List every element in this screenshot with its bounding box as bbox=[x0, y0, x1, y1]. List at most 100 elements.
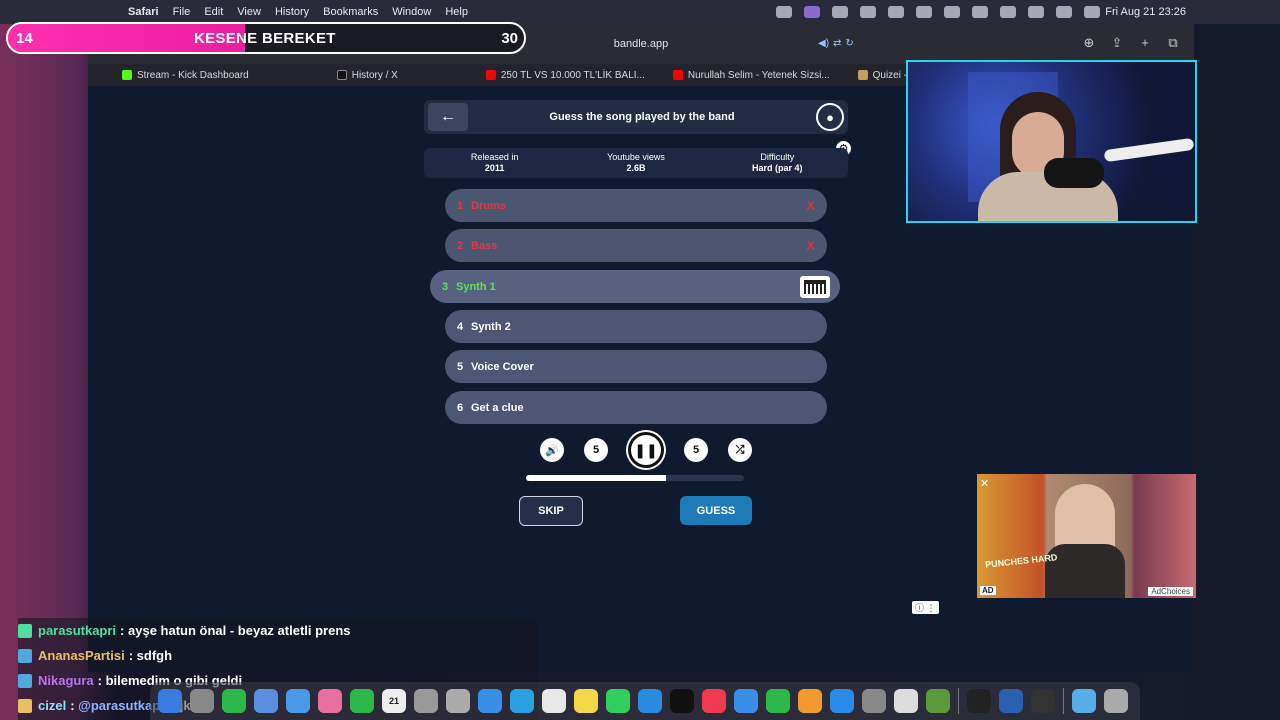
figure-icon[interactable] bbox=[916, 6, 932, 18]
facetime-icon[interactable] bbox=[350, 689, 374, 713]
whatsapp-icon[interactable] bbox=[606, 689, 630, 713]
contacts-icon[interactable] bbox=[414, 689, 438, 713]
wd-discovery-icon[interactable] bbox=[999, 689, 1023, 713]
numbers-icon[interactable] bbox=[766, 689, 790, 713]
play-icon[interactable] bbox=[972, 6, 988, 18]
goal-title: KESENE BEREKET bbox=[194, 30, 336, 47]
control-center-icon[interactable] bbox=[1084, 6, 1100, 18]
music-icon[interactable] bbox=[702, 689, 726, 713]
menu-view[interactable]: View bbox=[237, 6, 261, 18]
rewind-5-icon[interactable]: 5 bbox=[584, 438, 608, 462]
cloud-icon[interactable] bbox=[944, 6, 960, 18]
adchoices-link[interactable]: AdChoices bbox=[1148, 587, 1193, 596]
reminders-icon[interactable] bbox=[446, 689, 470, 713]
translate-icon[interactable]: ⇄ bbox=[833, 38, 841, 49]
shuffle-icon[interactable]: ⤮ bbox=[728, 438, 752, 462]
youtube-favicon-icon bbox=[485, 70, 496, 80]
wd-drive-icon[interactable] bbox=[832, 6, 848, 18]
launchpad-icon[interactable] bbox=[190, 689, 214, 713]
tab-youtube-video-2[interactable]: Nurullah Selim - Yetenek Sizsi... bbox=[645, 70, 830, 81]
downloads-icon[interactable]: ⊕ bbox=[1082, 36, 1096, 50]
playback-progress-bar[interactable] bbox=[526, 475, 744, 481]
video-ad[interactable]: ✕ PUNCHES HARD AD AdChoices bbox=[977, 474, 1196, 598]
trash-icon[interactable] bbox=[1104, 689, 1128, 713]
forward-5-icon[interactable]: 5 bbox=[684, 438, 708, 462]
track-label: Synth 2 bbox=[471, 320, 511, 333]
status-app-icon[interactable] bbox=[776, 6, 792, 18]
chat-message: parasutkapri : ayşe hatun önal - beyaz a… bbox=[18, 618, 538, 643]
notes-icon[interactable] bbox=[574, 689, 598, 713]
freeform-icon[interactable] bbox=[638, 689, 662, 713]
safari-icon[interactable] bbox=[478, 689, 502, 713]
keynote-icon[interactable] bbox=[734, 689, 758, 713]
pages-icon[interactable] bbox=[798, 689, 822, 713]
tab-overview-icon[interactable]: ⧉ bbox=[1166, 36, 1180, 50]
track-row-synth-2[interactable]: 4 Synth 2 bbox=[445, 310, 827, 343]
track-row-get-a-clue[interactable]: 6 Get a clue bbox=[445, 391, 827, 424]
minecraft-icon[interactable] bbox=[926, 689, 950, 713]
photos-icon[interactable] bbox=[318, 689, 342, 713]
apple-tv-icon[interactable] bbox=[670, 689, 694, 713]
menu-help[interactable]: Help bbox=[445, 6, 468, 18]
goal-target-count: 30 bbox=[501, 30, 518, 47]
info-difficulty: Difficulty Hard (par 4) bbox=[712, 152, 842, 174]
screen-share-icon[interactable] bbox=[804, 6, 820, 18]
menu-bookmarks[interactable]: Bookmarks bbox=[323, 6, 378, 18]
wifi-icon[interactable] bbox=[1028, 6, 1044, 18]
profile-button[interactable]: ● bbox=[816, 103, 844, 131]
info-released: Released in 2011 bbox=[430, 152, 560, 174]
new-tab-icon[interactable]: + bbox=[1138, 36, 1152, 50]
volume-icon[interactable]: 🔊 bbox=[540, 438, 564, 462]
track-row-voice-cover[interactable]: 5 Voice Cover bbox=[445, 350, 827, 383]
chrome-icon[interactable] bbox=[542, 689, 566, 713]
grid-icon[interactable] bbox=[860, 6, 876, 18]
calendar-icon[interactable]: 21 bbox=[382, 689, 406, 713]
tab-quizei[interactable]: Quizei - E bbox=[830, 70, 917, 81]
pause-icon[interactable]: ❚❚ bbox=[628, 432, 664, 468]
back-button[interactable]: ← bbox=[428, 103, 468, 131]
arrow-left-icon: ← bbox=[440, 108, 456, 125]
menu-history[interactable]: History bbox=[275, 6, 309, 18]
downloads-folder-icon[interactable] bbox=[1072, 689, 1096, 713]
tab-kick-dashboard[interactable]: Stream - Kick Dashboard bbox=[88, 70, 249, 81]
menu-edit[interactable]: Edit bbox=[204, 6, 223, 18]
menu-safari[interactable]: Safari bbox=[128, 6, 159, 18]
toolbar-actions: ⊕ ⇪ + ⧉ bbox=[1082, 36, 1180, 50]
epic-games-icon[interactable] bbox=[967, 689, 991, 713]
record-icon[interactable] bbox=[888, 6, 904, 18]
telegram-icon[interactable] bbox=[510, 689, 534, 713]
share-icon[interactable]: ⇪ bbox=[1110, 36, 1124, 50]
system-settings-icon[interactable] bbox=[862, 689, 886, 713]
status-icons bbox=[776, 6, 1100, 18]
menubar-clock[interactable]: Fri Aug 21 23:26 bbox=[1105, 6, 1186, 18]
obs-icon[interactable] bbox=[1031, 689, 1055, 713]
ad-close-icon[interactable]: ✕ bbox=[980, 477, 989, 490]
tab-history-x[interactable]: History / X bbox=[249, 70, 398, 81]
battery-icon[interactable] bbox=[1000, 6, 1016, 18]
iphone-mirroring-icon[interactable] bbox=[894, 689, 918, 713]
ad-label: AD bbox=[980, 586, 996, 595]
skip-button[interactable]: SKIP bbox=[519, 496, 583, 526]
finder-icon[interactable] bbox=[158, 689, 182, 713]
track-row-synth-1[interactable]: 3 Synth 1 bbox=[430, 270, 840, 303]
info-value: 2.6B bbox=[626, 163, 646, 173]
ad-info-icon[interactable]: ⓘ ⋮ bbox=[912, 601, 939, 614]
app-store-icon[interactable] bbox=[830, 689, 854, 713]
guess-button[interactable]: GUESS bbox=[680, 496, 752, 525]
playback-progress-fill bbox=[526, 475, 666, 481]
spotlight-search-icon[interactable] bbox=[1056, 6, 1072, 18]
tab-youtube-video-1[interactable]: 250 TL VS 10.000 TL'LİK BALI... bbox=[398, 70, 645, 81]
messages-icon[interactable] bbox=[222, 689, 246, 713]
audio-icon[interactable]: ◀) bbox=[818, 38, 829, 49]
track-label: Bass bbox=[471, 239, 498, 252]
info-value: Hard (par 4) bbox=[752, 163, 803, 173]
track-row-bass[interactable]: 2 Bass X bbox=[445, 229, 827, 262]
mail-icon[interactable] bbox=[254, 689, 278, 713]
maps-icon[interactable] bbox=[286, 689, 310, 713]
menu-window[interactable]: Window bbox=[392, 6, 431, 18]
reload-icon[interactable]: ↻ bbox=[845, 38, 853, 49]
track-row-drums[interactable]: 1 Drums X bbox=[445, 189, 827, 222]
address-bar[interactable]: bandle.app bbox=[614, 38, 668, 50]
chat-message: AnanasPartisi : sdfgh bbox=[18, 643, 538, 668]
menu-file[interactable]: File bbox=[173, 6, 191, 18]
